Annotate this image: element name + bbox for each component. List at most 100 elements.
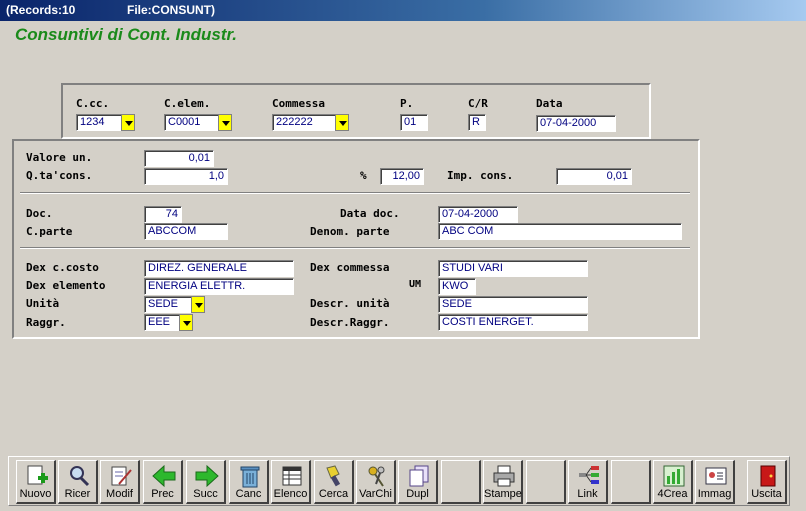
stampe-label: Stampe [484, 488, 522, 500]
prec-label: Prec [151, 488, 174, 500]
empty-button [441, 460, 481, 504]
succ-button[interactable]: Succ [186, 460, 226, 504]
crea-button[interactable]: 4Crea [653, 460, 693, 504]
denom-parte-label: Denom. parte [310, 225, 390, 238]
ccc-dropdown-button[interactable] [121, 114, 135, 131]
perc-field[interactable]: 12,00 [380, 168, 424, 185]
magnifier-icon [70, 466, 90, 487]
unita-field[interactable]: SEDE [144, 296, 192, 313]
raggr-field[interactable]: EEE [144, 314, 180, 331]
data-doc-label: Data doc. [340, 207, 400, 220]
separator [20, 192, 690, 194]
new-document-icon [27, 465, 48, 485]
dupl-button[interactable]: Dupl [398, 460, 438, 504]
cr-label: C/R [468, 97, 488, 110]
denom-parte-field[interactable]: ABC COM [438, 223, 682, 240]
p-label: P. [400, 97, 414, 110]
doc-field[interactable]: 74 [144, 206, 182, 223]
qta-cons-label: Q.ta'cons. [26, 169, 93, 182]
image-card-icon [705, 467, 727, 485]
link-label: Link [577, 488, 598, 500]
crea-label: 4Crea [657, 488, 688, 500]
valore-un-field[interactable]: 0,01 [144, 150, 214, 167]
celem-dropdown-button[interactable] [218, 114, 232, 131]
keys-icon [368, 466, 385, 487]
data-label: Data [536, 97, 563, 110]
arrow-right-icon [195, 464, 219, 488]
dupl-label: Dupl [406, 488, 429, 500]
modif-button[interactable]: Modif [100, 460, 140, 504]
page-title: Consuntivi di Cont. Industr. [15, 25, 237, 44]
p-field[interactable]: 01 [400, 114, 428, 131]
printer-icon [493, 465, 515, 487]
cerca-label: Cerca [318, 488, 349, 500]
dex-elemento-field[interactable]: ENERGIA ELETTR. [144, 278, 294, 295]
dex-commessa-label: Dex commessa [310, 261, 390, 274]
varchi-button[interactable]: VarChi [356, 460, 396, 504]
prec-button[interactable]: Prec [143, 460, 183, 504]
unita-dropdown-button[interactable] [191, 296, 205, 313]
doc-label: Doc. [26, 207, 53, 220]
commessa-label: Commessa [272, 97, 325, 110]
um-field[interactable]: KWO [438, 278, 476, 295]
commessa-dropdown-button[interactable] [335, 114, 349, 131]
celem-field[interactable]: C0001 [164, 114, 219, 131]
cerca-button[interactable]: Cerca [314, 460, 354, 504]
uscita-label: Uscita [751, 488, 782, 500]
commessa-field[interactable]: 222222 [272, 114, 336, 131]
qta-cons-field[interactable]: 1,0 [144, 168, 228, 185]
edit-document-icon [111, 466, 132, 486]
file-name: File:CONSUNT) [127, 3, 215, 17]
data-doc-field[interactable]: 07-04-2000 [438, 206, 518, 223]
empty-button [526, 460, 566, 504]
dex-elemento-label: Dex elemento [26, 279, 106, 292]
ricer-label: Ricer [64, 488, 91, 500]
cparte-field[interactable]: ABCCOM [144, 223, 228, 240]
records-count: (Records:10 [6, 3, 76, 17]
window-titlebar: (Records:10 File:CONSUNT) [0, 0, 806, 21]
uscita-button[interactable]: Uscita [747, 460, 787, 504]
valore-un-label: Valore un. [26, 151, 93, 164]
dex-commessa-field[interactable]: STUDI VARI [438, 260, 588, 277]
dex-ccosto-field[interactable]: DIREZ. GENERALE [144, 260, 294, 277]
stampe-button[interactable]: Stampe [483, 460, 523, 504]
link-button[interactable]: Link [568, 460, 608, 504]
flashlight-icon [326, 465, 341, 487]
duplicate-icon [409, 465, 429, 487]
immag-button[interactable]: Immag [695, 460, 735, 504]
nuovo-button[interactable]: Nuovo [16, 460, 56, 504]
canc-label: Canc [235, 488, 262, 500]
descr-raggr-label: Descr.Raggr. [310, 316, 390, 329]
raggr-dropdown-button[interactable] [179, 314, 193, 331]
imp-cons-field[interactable]: 0,01 [556, 168, 632, 185]
table-icon [282, 466, 302, 486]
exit-door-icon [760, 465, 776, 487]
ccc-field[interactable]: 1234 [76, 114, 122, 131]
bottom-toolbar: Nuovo Ricer Modif Prec Succ Canc Elenco … [8, 456, 790, 506]
trash-icon [240, 466, 260, 488]
separator [20, 247, 690, 249]
descr-unita-label: Descr. unità [310, 297, 390, 310]
descr-unita-field[interactable]: SEDE [438, 296, 588, 313]
data-field[interactable]: 07-04-2000 [536, 115, 616, 132]
empty-button [611, 460, 651, 504]
canc-button[interactable]: Canc [229, 460, 269, 504]
immag-label: Immag [697, 488, 732, 500]
arrow-left-icon [152, 464, 176, 488]
cparte-label: C.parte [26, 225, 73, 238]
raggr-label: Raggr. [26, 316, 66, 329]
perc-label: % [360, 169, 367, 182]
descr-raggr-field[interactable]: COSTI ENERGET. [438, 314, 588, 331]
dex-ccosto-label: Dex c.costo [26, 261, 99, 274]
elenco-label: Elenco [273, 488, 308, 500]
elenco-button[interactable]: Elenco [271, 460, 311, 504]
celem-label: C.elem. [164, 97, 211, 110]
nuovo-label: Nuovo [19, 488, 52, 500]
succ-label: Succ [193, 488, 218, 500]
varchi-label: VarChi [359, 488, 392, 500]
tree-link-icon [579, 466, 599, 484]
imp-cons-label: Imp. cons. [447, 169, 514, 182]
cr-field[interactable]: R [468, 114, 486, 131]
ricer-button[interactable]: Ricer [58, 460, 98, 504]
chart-create-icon [663, 465, 685, 487]
